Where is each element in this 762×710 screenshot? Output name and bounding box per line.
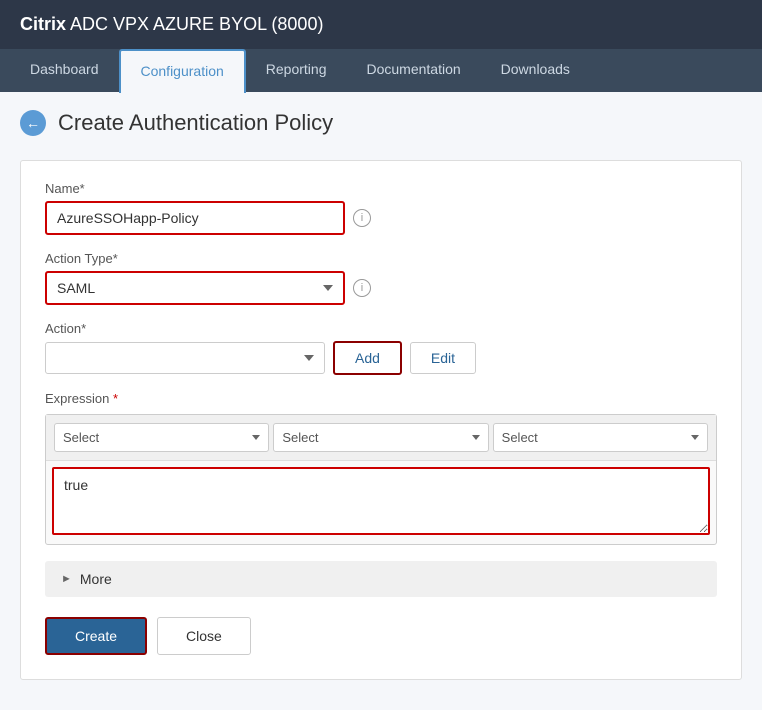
tab-documentation[interactable]: Documentation: [346, 49, 480, 92]
expression-selects-row: Select Select Select: [46, 415, 716, 461]
form-card: Name* i Action Type* SAML LDAP RADIUS i …: [20, 160, 742, 680]
create-button[interactable]: Create: [45, 617, 147, 655]
page-title: Create Authentication Policy: [58, 110, 333, 136]
name-info-icon: i: [353, 209, 371, 227]
action-type-group: Action Type* SAML LDAP RADIUS i: [45, 251, 717, 305]
nav-bar: Dashboard Configuration Reporting Docume…: [0, 49, 762, 92]
add-button[interactable]: Add: [333, 341, 402, 375]
app-title: Citrix ADC VPX AZURE BYOL (8000): [20, 14, 323, 35]
action-group: Action* Add Edit: [45, 321, 717, 375]
expression-label: Expression *: [45, 391, 717, 406]
name-group: Name* i: [45, 181, 717, 235]
expression-group: Expression * Select Select Select true: [45, 391, 717, 545]
page-title-row: ← Create Authentication Policy: [20, 110, 742, 136]
edit-button[interactable]: Edit: [410, 342, 476, 374]
action-select[interactable]: [45, 342, 325, 374]
more-toggle[interactable]: ► More: [45, 561, 717, 597]
app-header: Citrix ADC VPX AZURE BYOL (8000): [0, 0, 762, 49]
more-section: ► More: [45, 561, 717, 597]
more-label: More: [80, 571, 112, 587]
tab-dashboard[interactable]: Dashboard: [10, 49, 119, 92]
expression-select-2[interactable]: Select: [273, 423, 488, 452]
button-row: Create Close: [45, 617, 717, 655]
name-input[interactable]: [45, 201, 345, 235]
action-type-label: Action Type*: [45, 251, 717, 266]
action-label: Action*: [45, 321, 717, 336]
back-button[interactable]: ←: [20, 110, 46, 136]
tab-reporting[interactable]: Reporting: [246, 49, 347, 92]
action-type-select[interactable]: SAML LDAP RADIUS: [45, 271, 345, 305]
main-content: ← Create Authentication Policy Name* i A…: [0, 92, 762, 710]
expression-box: Select Select Select true: [45, 414, 717, 545]
action-type-info-icon: i: [353, 279, 371, 297]
more-arrow-icon: ►: [61, 573, 72, 585]
tab-configuration[interactable]: Configuration: [119, 49, 246, 93]
name-label: Name*: [45, 181, 717, 196]
close-button[interactable]: Close: [157, 617, 251, 655]
expression-textarea[interactable]: true: [52, 467, 710, 535]
action-row: Add Edit: [45, 341, 717, 375]
tab-downloads[interactable]: Downloads: [481, 49, 590, 92]
expression-select-3[interactable]: Select: [493, 423, 708, 452]
expression-select-1[interactable]: Select: [54, 423, 269, 452]
